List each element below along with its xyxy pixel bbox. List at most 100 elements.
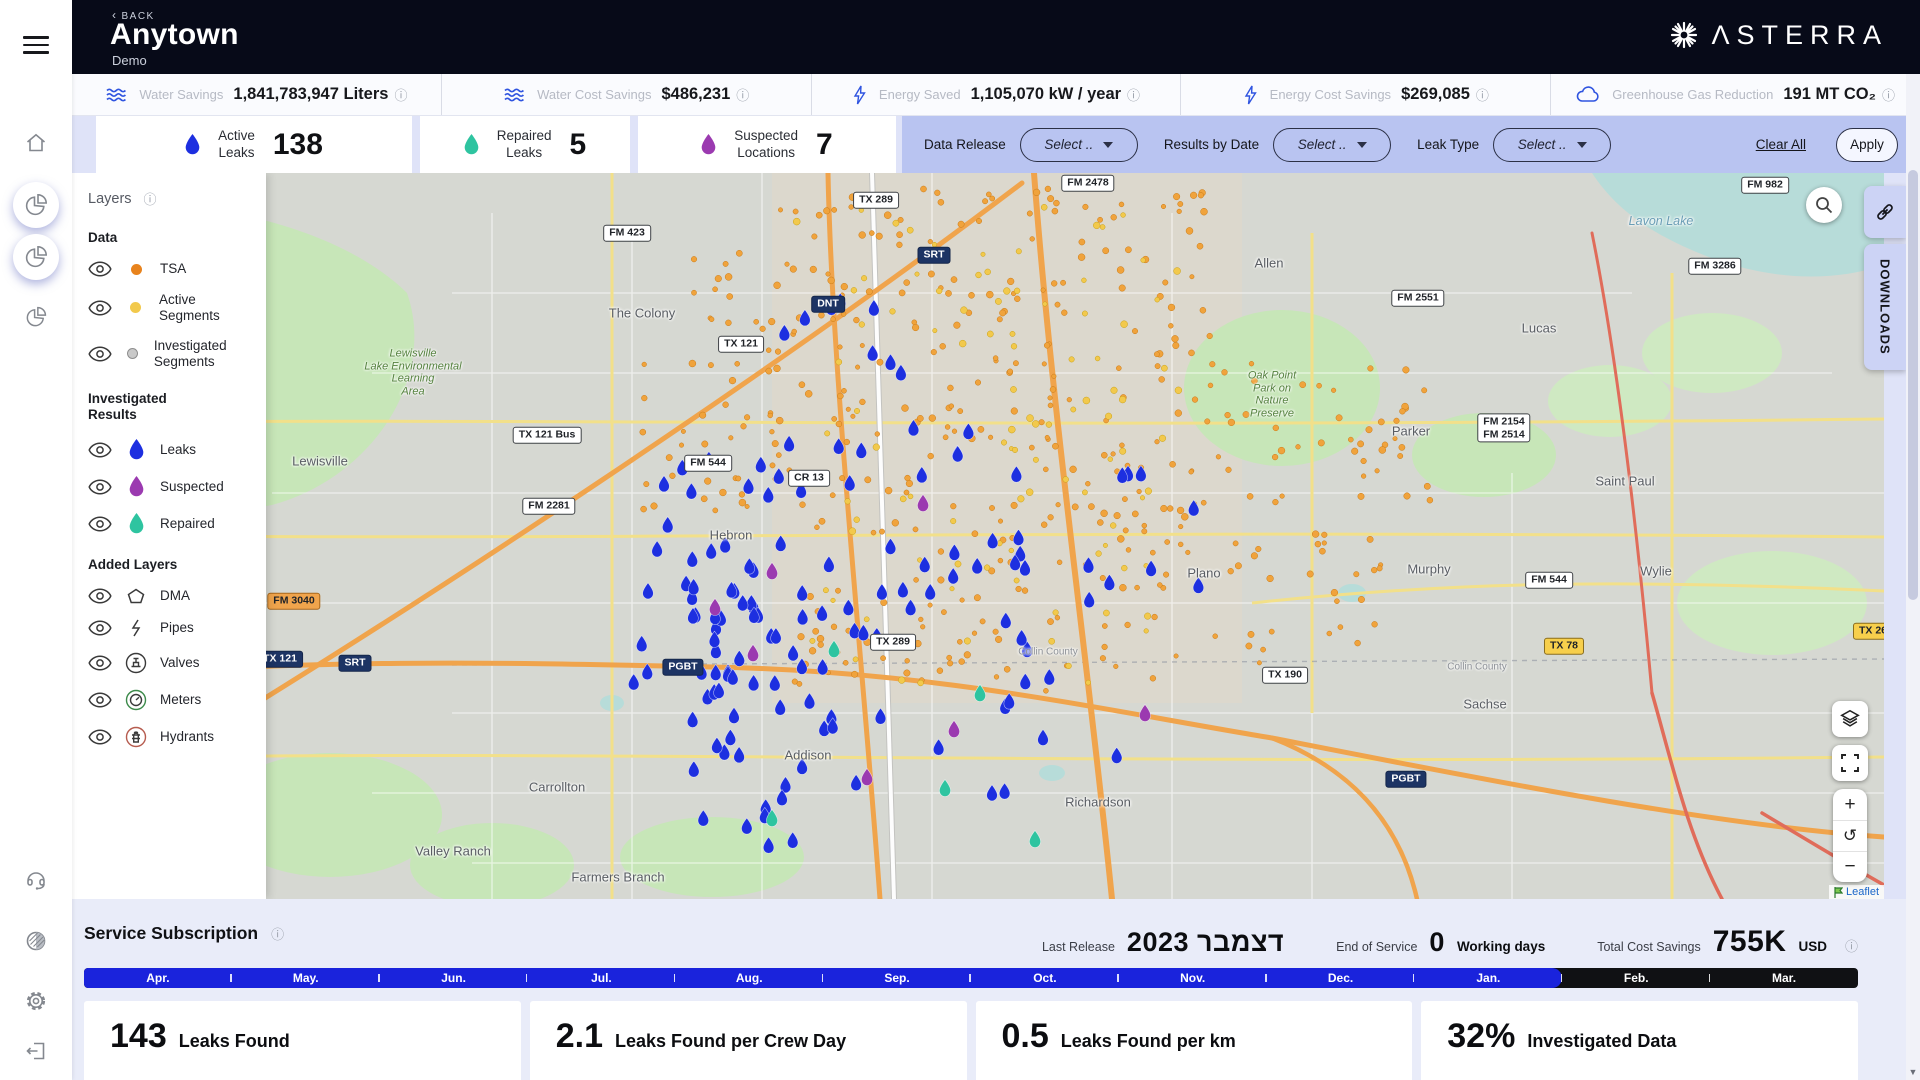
map-layers-button[interactable] (1832, 701, 1868, 737)
brand-name: ΛSTERRA (1711, 20, 1888, 51)
downloads-tab[interactable]: DOWNLOADS (1864, 244, 1906, 370)
eye-visibility-icon[interactable] (88, 261, 112, 277)
contrast-theme-icon[interactable] (13, 918, 59, 964)
end-of-service: End of Service 0 Working days (1336, 927, 1545, 958)
layer-label: Meters (160, 692, 201, 708)
map-canvas[interactable]: The ColonyAllenLucasParkerSaint PaulPlan… (72, 173, 1884, 899)
stat-greenhouse-gas-reduction: Greenhouse Gas Reduction 191 MT CO₂ ⓘ (1551, 74, 1920, 115)
asterra-dashboard: ‹BACK Anytown Demo ΛSTERRA Water Savings… (0, 0, 1920, 1080)
stat-label: Energy Cost Savings (1270, 87, 1391, 102)
map-search-button[interactable] (1806, 187, 1842, 223)
dot-outline-swatch-icon (124, 348, 142, 359)
eye-visibility-icon[interactable] (88, 346, 112, 362)
info-icon[interactable]: ⓘ (394, 85, 407, 104)
menu-icon[interactable] (23, 36, 49, 54)
zoom-controls: + ↺ − (1833, 789, 1867, 882)
info-icon[interactable]: ⓘ (1845, 936, 1858, 955)
page-subtitle: Demo (112, 53, 147, 68)
timeline-month: Feb. (1562, 968, 1710, 988)
starburst-icon (1667, 18, 1701, 52)
end-of-service-value: 0 (1429, 927, 1445, 958)
eye-visibility-icon[interactable] (88, 300, 112, 316)
info-icon[interactable]: ⓘ (1127, 85, 1140, 104)
page-scrollbar[interactable]: ▼ (1906, 74, 1920, 1080)
settings-gear-icon[interactable] (13, 978, 59, 1024)
zoom-in-button[interactable]: + (1833, 789, 1867, 820)
layer-item-hydrants[interactable]: Hydrants (88, 726, 256, 748)
stat-water-cost-savings: Water Cost Savings$486,231ⓘ (442, 74, 812, 115)
stat-energy-saved: Energy Saved1,105,070 kW / yearⓘ (812, 74, 1182, 115)
stat-label: Greenhouse Gas Reduction (1612, 87, 1773, 102)
filter-select-results-by-date[interactable]: Select .. (1273, 128, 1391, 162)
eye-visibility-icon[interactable] (88, 729, 112, 745)
summary-label: SuspectedLocations (734, 128, 798, 162)
filter-label: Data Release (924, 137, 1006, 152)
layer-item-valves[interactable]: Valves (88, 652, 256, 674)
support-headset-icon[interactable] (13, 858, 59, 904)
eye-visibility-icon[interactable] (88, 620, 112, 636)
layer-label: Valves (160, 655, 200, 671)
layer-item-tsa[interactable]: TSA (88, 261, 256, 277)
info-icon[interactable]: ⓘ (736, 85, 749, 104)
apply-button[interactable]: Apply (1836, 128, 1898, 162)
filter-label: Leak Type (1417, 137, 1479, 152)
droplet-swatch-icon (124, 439, 148, 461)
asterra-logo: ΛSTERRA (1667, 18, 1888, 52)
logout-icon[interactable] (13, 1028, 59, 1074)
layers-icon (1839, 708, 1861, 730)
zoom-out-button[interactable]: − (1833, 851, 1867, 882)
eye-visibility-icon[interactable] (88, 442, 112, 458)
timeline-month: Jan. (1414, 968, 1562, 988)
layer-label: Suspected (160, 479, 224, 495)
stat-value: 191 MT CO₂ (1783, 85, 1876, 104)
info-icon[interactable]: ⓘ (1476, 85, 1489, 104)
pie-chart-icon[interactable] (13, 234, 59, 280)
clear-all-link[interactable]: Clear All (1756, 137, 1806, 152)
filter-select-leak-type[interactable]: Select .. (1493, 128, 1611, 162)
page-title: Anytown (110, 18, 239, 52)
pipes-swatch-icon (124, 619, 148, 637)
summary-card-repaired: RepairedLeaks5 (420, 116, 630, 173)
filter-select-data-release[interactable]: Select .. (1020, 128, 1138, 162)
service-subscription-title: Service Subscriptionⓘ (84, 923, 284, 944)
home-icon[interactable] (13, 120, 59, 166)
leaflet-attribution[interactable]: Leaflet (1829, 885, 1884, 899)
eye-visibility-icon[interactable] (88, 692, 112, 708)
layer-item-investigated-segments[interactable]: Investigated Segments (88, 338, 256, 369)
droplet-swatch-icon (124, 513, 148, 535)
kpi-leaks-per-km: 0.5Leaks Found per km (976, 1001, 1413, 1080)
stat-value: 1,105,070 kW / year (971, 85, 1121, 104)
layer-item-repaired[interactable]: Repaired (88, 513, 256, 535)
layer-item-leaks[interactable]: Leaks (88, 439, 256, 461)
pie-chart-icon[interactable] (13, 182, 59, 228)
stat-energy-cost-savings: Energy Cost Savings$269,085ⓘ (1181, 74, 1551, 115)
layer-item-active-segments[interactable]: Active Segments (88, 292, 256, 323)
info-icon[interactable]: ⓘ (271, 924, 284, 943)
layer-item-suspected[interactable]: Suspected (88, 476, 256, 498)
layer-item-meters[interactable]: Meters (88, 689, 256, 711)
info-icon[interactable]: ⓘ (1882, 85, 1895, 104)
eye-visibility-icon[interactable] (88, 588, 112, 604)
scrollbar-down-arrow[interactable]: ▼ (1906, 1067, 1920, 1077)
eye-visibility-icon[interactable] (88, 479, 112, 495)
last-release-value: 2023 דצמבר (1127, 927, 1284, 958)
layer-label: TSA (160, 261, 186, 277)
timeline-month: Aug. (675, 968, 823, 988)
info-icon[interactable]: ⓘ (144, 189, 157, 208)
fullscreen-button[interactable] (1832, 745, 1868, 781)
left-icon-rail (0, 0, 72, 1080)
reset-rotation-button[interactable]: ↺ (1833, 820, 1867, 851)
valves-swatch-icon (124, 652, 148, 674)
scrollbar-thumb[interactable] (1908, 170, 1918, 600)
layer-item-dma[interactable]: DMA (88, 588, 256, 604)
eye-visibility-icon[interactable] (88, 516, 112, 532)
pie-chart-icon[interactable] (13, 294, 59, 340)
eye-visibility-icon[interactable] (88, 655, 112, 671)
layer-item-pipes[interactable]: Pipes (88, 619, 256, 637)
share-link-button[interactable] (1864, 186, 1906, 238)
basemap (72, 173, 1884, 899)
layers-section-heading: Added Layers (88, 557, 208, 573)
meters-swatch-icon (124, 689, 148, 711)
kpi-investigated-data: 32%Investigated Data (1421, 1001, 1858, 1080)
filter-label: Results by Date (1164, 137, 1259, 152)
